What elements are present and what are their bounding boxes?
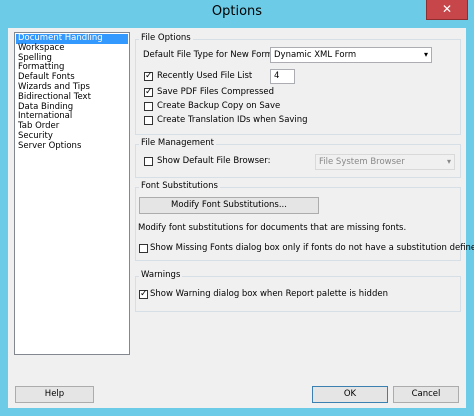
dialog-body: Document Handling Workspace Spelling Format… (8, 28, 474, 408)
title-bar[interactable]: Options ✕ (0, 0, 474, 27)
close-button[interactable]: ✕ (426, 0, 468, 20)
recent-list-count-value: 4 (274, 71, 280, 81)
warnings-group: Warnings ✓ Show Warning dialog box when … (135, 270, 461, 312)
close-icon: ✕ (441, 2, 453, 16)
default-file-type-select[interactable]: Dynamic XML Form ▾ (270, 47, 432, 63)
file-browser-select[interactable]: File System Browser ▾ (315, 154, 455, 170)
ok-button-label: OK (343, 389, 357, 399)
category-list[interactable]: Document Handling Workspace Spelling Format… (14, 32, 130, 355)
font-substitutions-legend: Font Substitutions (139, 181, 220, 191)
modify-font-substitutions-button[interactable]: Modify Font Substitutions... (139, 197, 319, 214)
window-title: Options (211, 4, 263, 19)
save-pdf-compressed-label: Save PDF Files Compressed (157, 87, 275, 97)
translation-ids-checkbox[interactable] (144, 116, 153, 125)
show-file-browser-checkbox[interactable] (144, 157, 153, 166)
save-pdf-compressed-checkbox[interactable]: ✓ (144, 88, 153, 97)
font-substitutions-description: Modify font substitutions for documents … (138, 223, 407, 233)
modify-font-substitutions-label: Modify Font Substitutions... (171, 200, 287, 210)
file-options-group: File Options Default File Type for New F… (135, 33, 461, 135)
cancel-button[interactable]: Cancel (393, 386, 459, 403)
backup-copy-checkbox[interactable] (144, 102, 153, 111)
chevron-down-icon: ▾ (446, 157, 451, 166)
show-file-browser-label: Show Default File Browser: (157, 156, 271, 166)
font-substitutions-group: Font Substitutions Modify Font Substitut… (135, 181, 474, 261)
help-button[interactable]: Help (15, 386, 94, 403)
chevron-down-icon: ▾ (423, 50, 428, 59)
file-management-group: File Management Show Default File Browse… (135, 138, 461, 178)
file-options-legend: File Options (139, 33, 193, 43)
help-button-label: Help (44, 389, 65, 399)
show-warning-label: Show Warning dialog box when Report pale… (150, 289, 388, 299)
recent-list-label: Recently Used File List (157, 71, 253, 81)
ok-button[interactable]: OK (312, 386, 388, 403)
cancel-button-label: Cancel (411, 389, 441, 399)
category-item[interactable]: Server Options (16, 141, 128, 152)
file-browser-value: File System Browser (319, 157, 405, 167)
options-window: Options ✕ Document Handling Workspace Spel… (0, 0, 474, 416)
show-missing-fonts-checkbox[interactable] (139, 244, 148, 253)
recent-list-checkbox[interactable]: ✓ (144, 72, 153, 81)
warnings-legend: Warnings (139, 270, 183, 280)
show-missing-fonts-label: Show Missing Fonts dialog box only if fo… (150, 243, 474, 253)
recent-list-count-input[interactable]: 4 (270, 69, 295, 84)
backup-copy-label: Create Backup Copy on Save (157, 101, 281, 111)
default-file-type-label: Default File Type for New Forms: (143, 50, 281, 60)
file-management-legend: File Management (139, 138, 216, 148)
translation-ids-label: Create Translation IDs when Saving (157, 115, 308, 125)
default-file-type-value: Dynamic XML Form (274, 50, 357, 60)
show-warning-checkbox[interactable]: ✓ (139, 290, 148, 299)
